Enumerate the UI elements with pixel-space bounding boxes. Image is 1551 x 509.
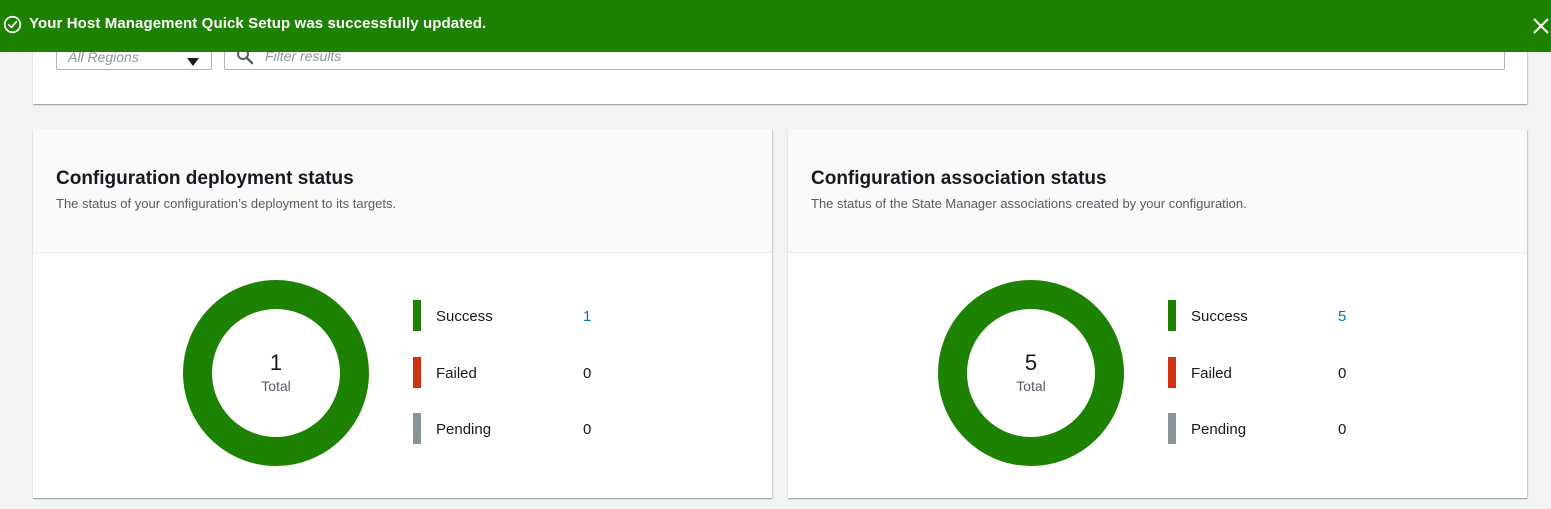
legend-value-link[interactable]: 1 [583,308,591,325]
donut-chart: 1 Total [182,279,370,467]
legend-label: Success [436,308,493,325]
legend-color-swatch [413,300,421,331]
legend-label: Failed [436,365,477,382]
donut-total-label: Total [1016,378,1046,394]
legend-value: 0 [1338,365,1347,382]
flash-message: Your Host Management Quick Setup was suc… [29,15,487,32]
legend-color-swatch [1168,300,1176,331]
legend-color-swatch [413,413,421,444]
legend-value: 0 [583,365,592,382]
legend-value-link[interactable]: 5 [1338,308,1346,325]
card-header: Configuration deployment status The stat… [33,129,772,253]
association-status-card: Configuration association status The sta… [788,129,1527,498]
legend-color-swatch [1168,413,1176,444]
card-title: Configuration association status [811,168,1107,189]
donut-total-label: Total [261,378,291,394]
donut-total-value: 1 [269,350,283,375]
legend-label: Pending [1191,421,1247,438]
legend-value: 0 [1338,421,1347,438]
legend-color-swatch [413,357,421,388]
card-description: The status of your configuration’s deplo… [56,196,397,211]
card-title: Configuration deployment status [56,168,354,189]
check-circle-icon [3,15,22,34]
deployment-status-card: Configuration deployment status The stat… [33,129,772,498]
legend-value: 0 [583,421,592,438]
donut-total-value: 5 [1024,350,1038,375]
legend-label: Pending [436,421,492,438]
card-header: Configuration association status The sta… [788,129,1527,253]
caret-down-icon [187,58,199,66]
success-flash-banner: Your Host Management Quick Setup was suc… [0,0,1551,52]
legend-label: Success [1191,308,1248,325]
close-icon[interactable] [1529,14,1551,36]
card-description: The status of the State Manager associat… [811,196,1247,211]
legend-color-swatch [1168,357,1176,388]
donut-chart: 5 Total [937,279,1125,467]
legend-label: Failed [1191,365,1232,382]
